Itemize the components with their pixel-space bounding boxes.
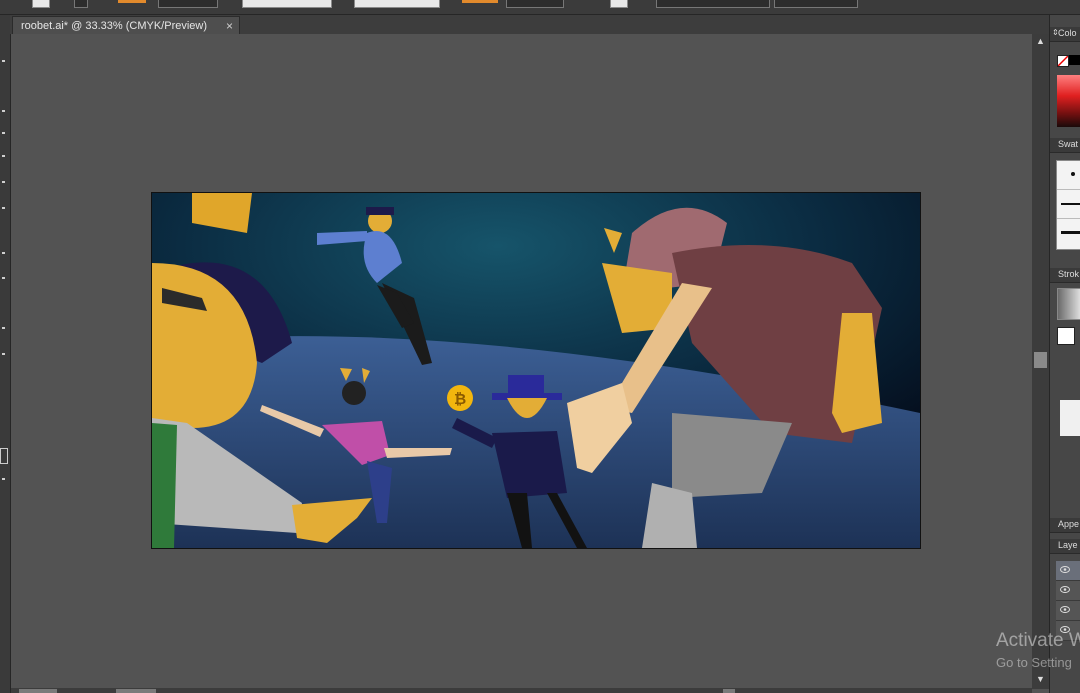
layer-row[interactable] (1056, 581, 1080, 601)
stroke-link[interactable] (118, 0, 146, 3)
swatches-panel-label: Swat (1058, 139, 1079, 149)
tool-icon[interactable] (2, 155, 5, 157)
artboard[interactable]: ₿ (151, 192, 921, 549)
layers-panel-header[interactable]: Laye (1050, 539, 1080, 554)
none-fill-icon[interactable] (1057, 55, 1069, 67)
gradient-preview[interactable] (1057, 288, 1080, 320)
activation-watermark-title: Activate W (996, 630, 1080, 651)
appearance-panel-label: Appe (1058, 519, 1080, 529)
tool-icon[interactable] (2, 181, 5, 183)
brush-swatch-list[interactable] (1056, 160, 1080, 250)
svg-text:₿: ₿ (454, 390, 466, 408)
fill-swatch[interactable] (32, 0, 50, 8)
stroke-color-swatch[interactable] (1057, 327, 1075, 345)
variable-width-dropdown[interactable] (242, 0, 332, 8)
preferences-button[interactable] (774, 0, 858, 8)
opacity-link[interactable] (462, 0, 498, 3)
document-setup-button[interactable] (656, 0, 770, 8)
eye-icon[interactable] (1060, 565, 1070, 574)
document-tab[interactable]: roobet.ai* @ 33.33% (CMYK/Preview) × (12, 16, 240, 35)
layer-row[interactable] (1056, 561, 1080, 581)
control-bar (0, 0, 1080, 15)
activation-watermark-subtitle: Go to Setting (996, 655, 1072, 670)
artboard-nav[interactable] (116, 689, 156, 693)
tool-icon[interactable] (2, 277, 5, 279)
eye-icon[interactable] (1060, 585, 1070, 594)
tools-panel (0, 15, 11, 693)
scroll-down-icon[interactable]: ▼ (1036, 674, 1045, 684)
transparency-preview (1060, 400, 1080, 436)
zoom-field[interactable] (19, 689, 57, 693)
scroll-up-icon[interactable]: ▲ (1036, 36, 1045, 46)
layer-row[interactable] (1056, 601, 1080, 621)
vertical-scrollbar[interactable]: ▲ ▼ (1032, 34, 1049, 689)
tool-icon[interactable] (2, 110, 5, 112)
stroke-swatch-toolbar[interactable] (74, 0, 88, 8)
document-tab-bar: roobet.ai* @ 33.33% (CMYK/Preview) × (10, 15, 1050, 35)
tool-icon[interactable] (2, 353, 5, 355)
swatches-panel-header[interactable]: Swat (1050, 138, 1080, 153)
color-panel-header[interactable]: Colo ⇕ (1050, 27, 1080, 42)
collapse-arrow-icon[interactable]: ⇕ (1052, 28, 1059, 37)
canvas-area[interactable]: ₿ (11, 34, 1032, 689)
brush-swatch[interactable] (1057, 190, 1080, 219)
brush-swatch[interactable] (1057, 219, 1080, 247)
tool-icon[interactable] (2, 207, 5, 209)
artwork-illustration: ₿ (152, 193, 920, 548)
tool-icon[interactable] (2, 478, 5, 480)
appearance-panel-header[interactable]: Appe (1050, 518, 1080, 533)
tool-icon[interactable] (2, 327, 5, 329)
layers-panel-label: Laye (1058, 540, 1078, 550)
style-swatch[interactable] (610, 0, 628, 8)
opacity-field[interactable] (506, 0, 564, 8)
tool-icon[interactable] (2, 132, 5, 134)
black-swatch[interactable] (1069, 55, 1080, 65)
close-icon[interactable]: × (226, 19, 233, 33)
stroke-panel-header[interactable]: Strok (1050, 268, 1080, 283)
screen-mode-icon[interactable] (0, 448, 8, 464)
stroke-panel-label: Strok (1058, 269, 1080, 279)
tool-icon[interactable] (2, 252, 5, 254)
horizontal-scroll-thumb[interactable] (723, 689, 735, 693)
horizontal-scrollbar[interactable] (11, 688, 1032, 693)
vertical-scroll-thumb[interactable] (1034, 352, 1047, 368)
tool-icon[interactable] (2, 60, 5, 62)
color-spectrum[interactable] (1057, 75, 1080, 127)
eye-icon[interactable] (1060, 605, 1070, 614)
brush-definition-dropdown[interactable] (354, 0, 440, 8)
stroke-weight-field[interactable] (158, 0, 218, 8)
document-tab-title: roobet.ai* @ 33.33% (CMYK/Preview) (21, 20, 208, 32)
brush-swatch[interactable] (1057, 161, 1080, 190)
color-panel-label: Colo (1058, 28, 1077, 38)
right-panel-dock: Colo ⇕ Swat Strok Appe Laye (1049, 15, 1080, 693)
